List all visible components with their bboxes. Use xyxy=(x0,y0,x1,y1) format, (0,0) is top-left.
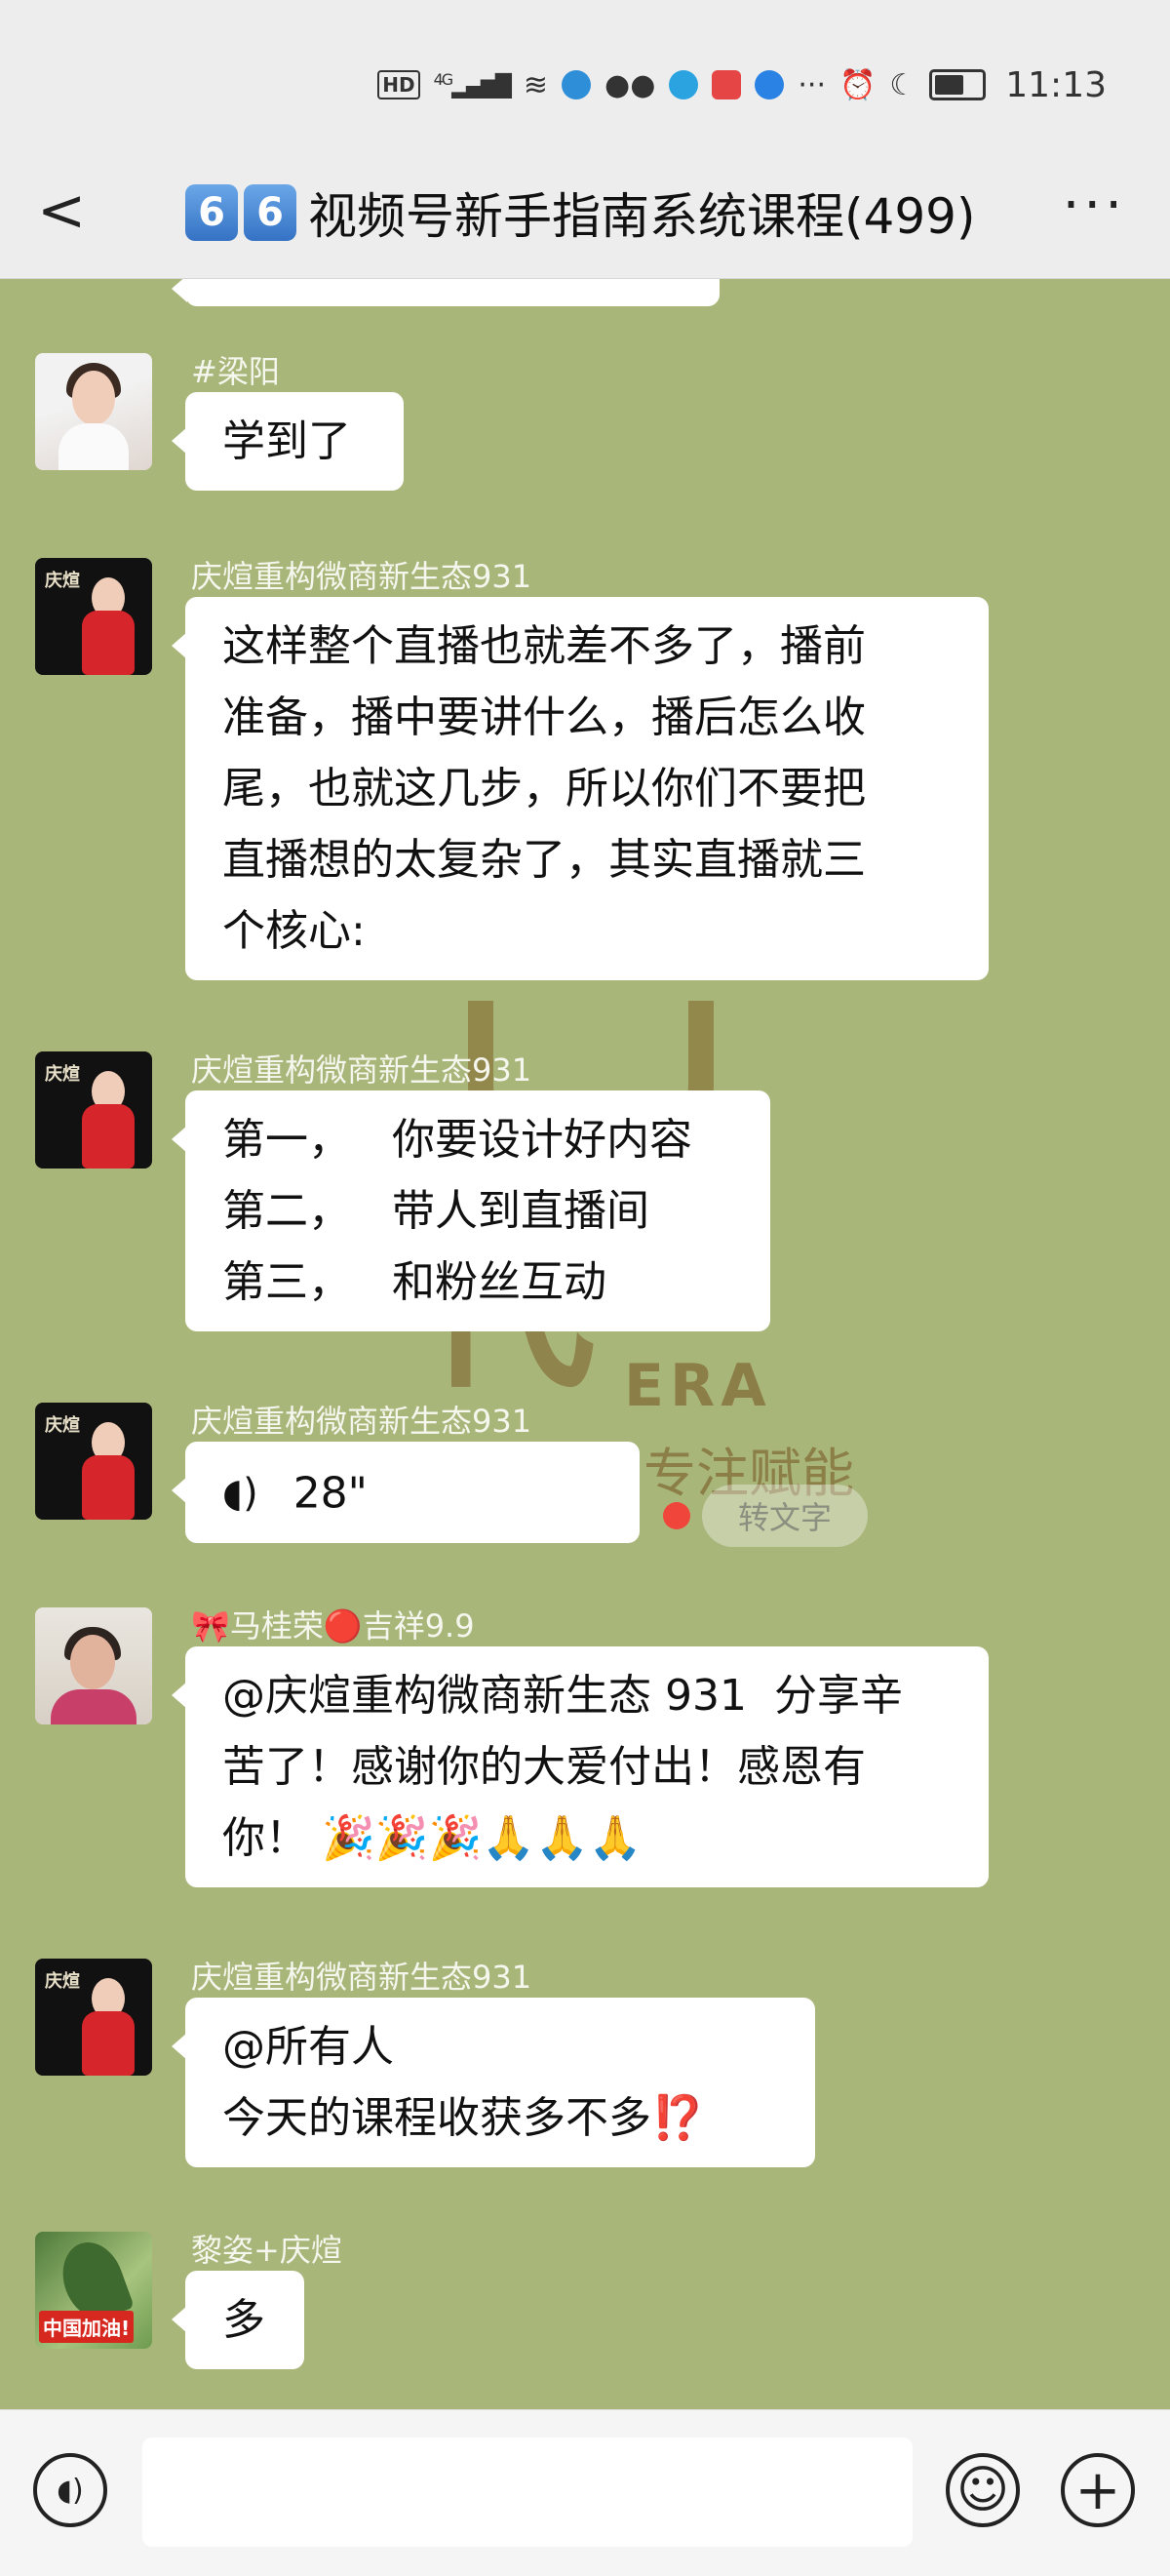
keycap-six: 6 xyxy=(244,184,296,241)
sender-name: 庆煊重构微商新生态931 xyxy=(191,1403,532,1440)
message-text: 多 xyxy=(222,2295,265,2345)
watermark-era: ERA xyxy=(624,1352,772,1420)
sender-name: 🎀马桂荣🔴吉祥9.9 xyxy=(191,1607,475,1645)
status-bar: HD 4G▂▄▆█ ≋ ●● ··· ⏰ ☾ 11:13 xyxy=(0,0,1170,146)
app-icon xyxy=(712,70,742,99)
to-text-button[interactable]: 转文字 xyxy=(702,1485,868,1547)
voice-message-bubble[interactable]: ◖) 28" xyxy=(172,1442,640,1543)
emoji-icon[interactable]: ☺ xyxy=(946,2453,1020,2527)
battery-icon xyxy=(929,69,987,100)
moon-icon: ☾ xyxy=(889,67,916,102)
app-icon xyxy=(669,70,699,99)
plus-icon[interactable]: + xyxy=(1061,2453,1135,2527)
message-bubble[interactable]: 学到了 xyxy=(172,392,404,491)
message-text: 这样整个直播也就差不多了，播前 xyxy=(222,621,866,671)
message-text: 第二， 带人到直播间 xyxy=(222,1186,649,1236)
message-text: 第三， 和粉丝互动 xyxy=(222,1257,606,1307)
alarm-icon: ⏰ xyxy=(838,67,877,102)
message-input[interactable] xyxy=(142,2437,913,2547)
previous-message-bubble[interactable] xyxy=(172,279,720,306)
message-text: 准备，播中要讲什么，播后怎么收 xyxy=(222,693,866,742)
message-text: @所有人 xyxy=(222,2022,394,2072)
sender-name: 庆煊重构微商新生态931 xyxy=(191,558,532,595)
message-text: 尾，也就这几步，所以你们不要把 xyxy=(222,764,866,813)
unread-dot xyxy=(663,1502,690,1529)
more-options-icon[interactable]: ··· xyxy=(1063,178,1126,233)
message-bubble[interactable]: 第一， 你要设计好内容 第二， 带人到直播间 第三， 和粉丝互动 xyxy=(172,1090,770,1331)
input-bar: ◖) ☺ + xyxy=(0,2409,1170,2576)
voice-duration: 28" xyxy=(292,1468,368,1519)
message-list[interactable]: 代 ERA 专注赋能 #梁阳 学到了 庆煊 庆煊重构微商新生态931 这样整个直… xyxy=(0,279,1170,2409)
voice-wave-icon: ◖) xyxy=(222,1470,258,1516)
avatar[interactable]: 庆煊 xyxy=(35,1051,152,1169)
message-text: 直播想的太复杂了，其实直播就三 xyxy=(222,835,866,885)
message-text: 第一， 你要设计好内容 xyxy=(222,1115,692,1165)
chat-title: 6 6 视频号新手指南系统课程(499) xyxy=(185,178,985,248)
message-text: 今天的课程收获多不多⁉️ xyxy=(222,2093,705,2143)
sender-name: 庆煊重构微商新生态931 xyxy=(191,1051,532,1089)
signal-icon: 4G▂▄▆█ xyxy=(433,70,512,99)
avatar[interactable] xyxy=(35,353,152,470)
group-name: 视频号新手指南系统课程(499) xyxy=(308,188,976,245)
keycap-six: 6 xyxy=(185,184,238,241)
avatar[interactable]: 中国加油! xyxy=(35,2232,152,2349)
voice-input-icon[interactable]: ◖) xyxy=(33,2453,107,2527)
app-icon xyxy=(562,70,592,99)
sender-name: #梁阳 xyxy=(191,353,280,390)
message-bubble[interactable]: @所有人 今天的课程收获多不多⁉️ xyxy=(172,1998,815,2167)
status-icons: HD 4G▂▄▆█ ≋ ●● ··· ⏰ ☾ 11:13 xyxy=(377,60,1107,109)
clock: 11:13 xyxy=(1005,64,1107,105)
avatar[interactable] xyxy=(35,1607,152,1724)
message-text: 你！ 🎉🎉🎉🙏🙏🙏 xyxy=(222,1813,643,1863)
chat-header: < 6 6 视频号新手指南系统课程(499) ··· xyxy=(0,146,1170,279)
app-icon xyxy=(755,70,785,99)
message-bubble[interactable]: @庆煊重构微商新生态 931 分享辛 苦了！感谢你的大爱付出！感恩有 你！ 🎉🎉… xyxy=(172,1646,989,1887)
hd-icon: HD xyxy=(377,70,420,99)
wechat-icon: ●● xyxy=(604,67,656,102)
message-text: 学到了 xyxy=(222,416,351,466)
sender-name: 黎姿+庆煊 xyxy=(191,2232,342,2269)
message-bubble[interactable]: 多 xyxy=(172,2271,304,2369)
message-text: @庆煊重构微商新生态 931 分享辛 xyxy=(222,1671,903,1721)
avatar[interactable]: 庆煊 xyxy=(35,1403,152,1520)
sender-name: 庆煊重构微商新生态931 xyxy=(191,1959,532,1996)
avatar[interactable]: 庆煊 xyxy=(35,1959,152,2076)
more-icon: ··· xyxy=(798,67,826,102)
avatar[interactable]: 庆煊 xyxy=(35,558,152,675)
back-icon[interactable]: < xyxy=(37,181,86,240)
message-text: 个核心: xyxy=(222,906,366,956)
message-text: 苦了！感谢你的大爱付出！感恩有 xyxy=(222,1742,866,1792)
wifi-icon: ≋ xyxy=(523,67,549,102)
message-bubble[interactable]: 这样整个直播也就差不多了，播前 准备，播中要讲什么，播后怎么收 尾，也就这几步，… xyxy=(172,597,989,980)
